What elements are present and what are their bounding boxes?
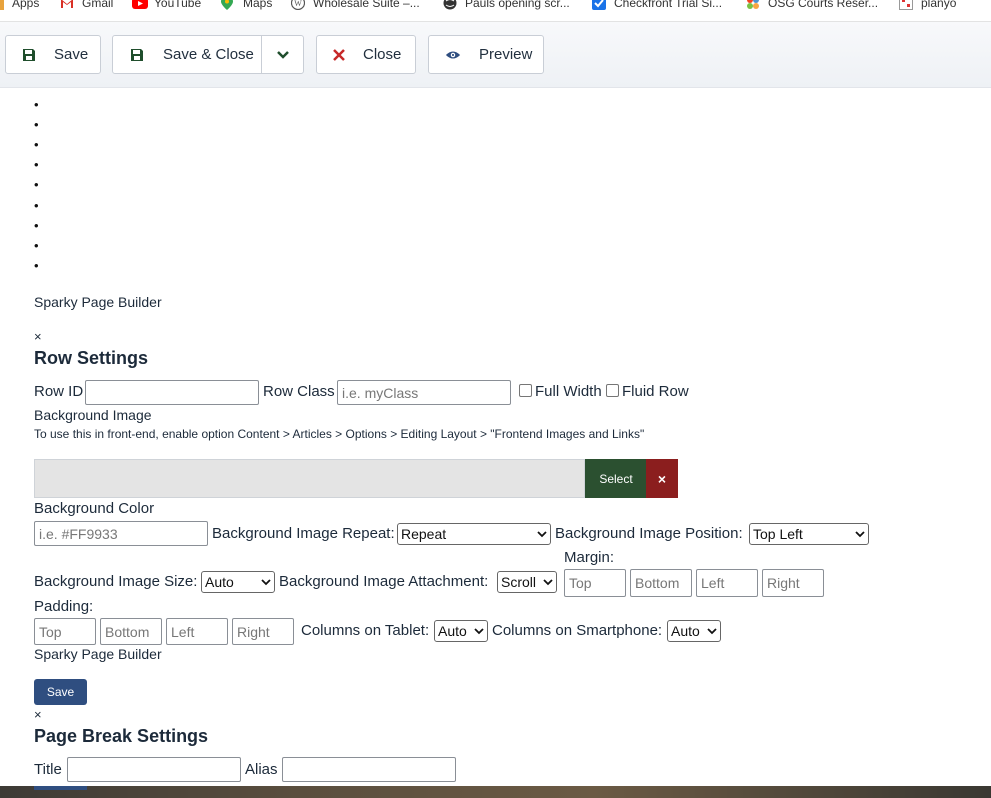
partial-button bbox=[34, 786, 87, 790]
close-button[interactable]: Close bbox=[316, 35, 416, 74]
bookmark-wholesale-suite[interactable]: W Wholesale Suite –... bbox=[290, 0, 420, 11]
bg-size-label: Background Image Size: bbox=[34, 573, 198, 590]
save-close-button[interactable]: Save & Close bbox=[112, 35, 304, 74]
chevron-down-icon bbox=[707, 627, 717, 634]
bg-position-label: Background Image Position: bbox=[555, 525, 743, 542]
margin-top-input[interactable] bbox=[564, 569, 626, 597]
full-width-checkbox[interactable] bbox=[519, 384, 532, 397]
save-icon bbox=[129, 47, 145, 63]
cols-tablet-select[interactable]: Auto bbox=[434, 620, 488, 642]
fluid-row-label: Fluid Row bbox=[622, 383, 689, 400]
row-id-label: Row ID bbox=[34, 383, 84, 400]
youtube-icon bbox=[132, 0, 148, 10]
save-icon bbox=[22, 47, 36, 63]
bg-size-select[interactable]: Auto bbox=[201, 571, 275, 593]
chevron-down-icon bbox=[276, 50, 289, 59]
padding-bottom-input[interactable] bbox=[100, 618, 162, 645]
editor-toolbar: Save Save & Close Close Preview bbox=[0, 22, 991, 88]
fluid-row-checkbox[interactable] bbox=[606, 384, 619, 397]
bookmarks-bar: Apps Gmail YouTube Maps W Wholesale Suit… bbox=[0, 0, 991, 22]
list-item: • bbox=[34, 117, 39, 132]
bookmark-apps[interactable]: Apps bbox=[0, 0, 39, 10]
title-input[interactable] bbox=[67, 757, 241, 782]
maps-icon bbox=[221, 0, 235, 10]
bg-image-field[interactable] bbox=[34, 459, 585, 498]
list-item: • bbox=[34, 258, 39, 273]
list-item: • bbox=[34, 137, 39, 152]
margin-left-input[interactable] bbox=[696, 569, 758, 597]
wordpress-icon: W bbox=[290, 0, 306, 11]
chevron-down-icon bbox=[474, 627, 484, 634]
page-break-heading: Page Break Settings bbox=[34, 726, 209, 746]
save-button[interactable]: Save bbox=[5, 35, 101, 74]
save-options-dropdown[interactable] bbox=[261, 36, 303, 73]
bookmark-planyo[interactable]: planyo bbox=[899, 0, 956, 10]
chevron-down-icon bbox=[261, 578, 271, 585]
alias-input[interactable] bbox=[282, 757, 456, 782]
bg-color-input[interactable] bbox=[34, 521, 208, 546]
close-modal-icon[interactable]: × bbox=[34, 329, 42, 344]
planyo-icon bbox=[899, 0, 913, 10]
bg-image-label: Background Image bbox=[34, 407, 152, 423]
margin-label: Margin: bbox=[564, 549, 615, 566]
joomla-icon bbox=[746, 0, 760, 10]
gmail-icon bbox=[60, 0, 74, 10]
title-label: Title bbox=[34, 761, 62, 778]
bookmark-checkfront[interactable]: Checkfront Trial Si... bbox=[592, 0, 722, 10]
clear-image-button[interactable]: × bbox=[646, 459, 678, 498]
close-modal-icon[interactable]: × bbox=[34, 707, 42, 722]
padding-right-input[interactable] bbox=[232, 618, 294, 645]
chevron-down-icon bbox=[537, 530, 547, 537]
close-icon bbox=[333, 47, 345, 63]
cols-phone-select[interactable]: Auto bbox=[667, 620, 721, 642]
eye-icon bbox=[445, 47, 461, 63]
checkfront-icon bbox=[592, 0, 606, 10]
bookmark-gmail[interactable]: Gmail bbox=[60, 0, 113, 10]
row-class-input[interactable] bbox=[337, 380, 511, 405]
bookmark-youtube[interactable]: YouTube bbox=[132, 0, 201, 10]
row-id-input[interactable] bbox=[85, 380, 259, 405]
builder-title: Sparky Page Builder bbox=[34, 294, 162, 310]
builder-title: Sparky Page Builder bbox=[34, 646, 162, 662]
padding-label: Padding: bbox=[34, 598, 94, 615]
cols-tablet-label: Columns on Tablet: bbox=[301, 622, 430, 639]
bg-color-label: Background Color bbox=[34, 500, 155, 517]
list-item: • bbox=[34, 238, 39, 253]
list-item: • bbox=[34, 198, 39, 213]
bg-repeat-label: Background Image Repeat: bbox=[212, 525, 395, 542]
preview-button[interactable]: Preview bbox=[428, 35, 544, 74]
editor-content: • • • • • • • • • Sparky Page Builder × … bbox=[0, 88, 991, 786]
bookmark-osg-courts[interactable]: OSG Courts Reser... bbox=[746, 0, 878, 10]
svg-text:W: W bbox=[294, 0, 302, 8]
apps-grid-icon bbox=[0, 0, 4, 10]
chevron-down-icon bbox=[543, 578, 553, 585]
bg-image-hint: To use this in front-end, enable option … bbox=[34, 427, 645, 441]
cols-phone-label: Columns on Smartphone: bbox=[492, 622, 663, 639]
bookmark-pauls-opening[interactable]: Pauls opening scr... bbox=[443, 0, 570, 10]
select-image-button[interactable]: Select bbox=[585, 459, 647, 498]
row-save-button[interactable]: Save bbox=[34, 679, 87, 705]
list-item: • bbox=[34, 97, 39, 112]
bg-attachment-label: Background Image Attachment: bbox=[279, 573, 489, 590]
bg-attachment-select[interactable]: Scroll bbox=[497, 571, 557, 593]
alias-label: Alias bbox=[245, 761, 278, 778]
bookmark-maps[interactable]: Maps bbox=[221, 0, 272, 10]
margin-bottom-input[interactable] bbox=[630, 569, 692, 597]
full-width-label: Full Width bbox=[535, 383, 602, 400]
padding-top-input[interactable] bbox=[34, 618, 96, 645]
bg-position-select[interactable]: Top Left bbox=[749, 523, 869, 545]
padding-left-input[interactable] bbox=[166, 618, 228, 645]
row-settings-heading: Row Settings bbox=[34, 348, 149, 368]
bg-repeat-select[interactable]: Repeat bbox=[397, 523, 551, 545]
list-item: • bbox=[34, 177, 39, 192]
row-class-label: Row Class bbox=[263, 383, 335, 400]
globe-icon bbox=[443, 0, 457, 10]
chevron-down-icon bbox=[855, 530, 865, 537]
list-item: • bbox=[34, 218, 39, 233]
margin-right-input[interactable] bbox=[762, 569, 824, 597]
desktop-strip bbox=[0, 786, 991, 798]
list-item: • bbox=[34, 157, 39, 172]
